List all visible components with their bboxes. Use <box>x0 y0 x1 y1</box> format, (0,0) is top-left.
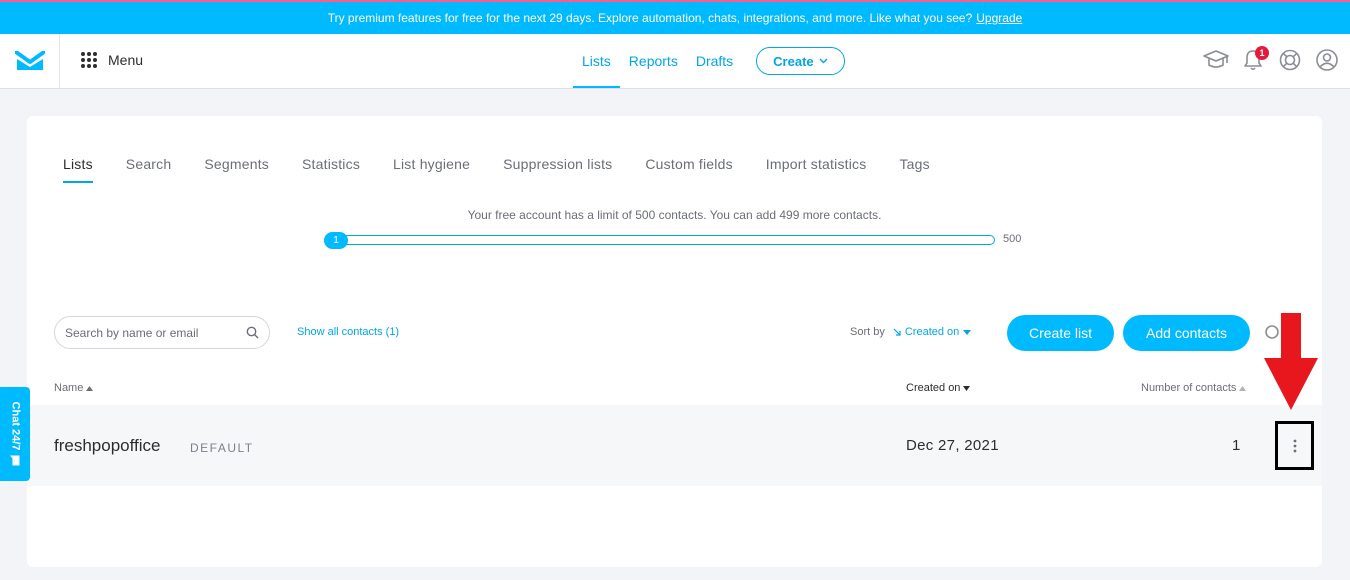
nav-drafts[interactable]: Drafts <box>687 34 742 88</box>
lists-tabs: Lists Search Segments Statistics List hy… <box>63 156 963 183</box>
column-number-of-contacts[interactable]: Number of contacts <box>1141 382 1247 394</box>
kebab-menu-icon <box>1293 439 1296 452</box>
column-count-label: Number of contacts <box>1141 382 1237 394</box>
main-nav: Lists Reports Drafts Create <box>573 34 845 88</box>
search-box[interactable] <box>54 316 270 349</box>
sort-value: Created on <box>904 326 960 338</box>
upgrade-link[interactable]: Upgrade <box>976 11 1022 25</box>
bell-icon[interactable]: 1 <box>1239 46 1269 74</box>
create-list-button[interactable]: Create list <box>1007 315 1114 351</box>
create-label: Create <box>773 53 814 69</box>
sort-down-icon <box>963 385 971 391</box>
tab-search[interactable]: Search <box>126 156 172 183</box>
sort-up-icon <box>86 385 94 391</box>
add-contacts-button[interactable]: Add contacts <box>1123 315 1250 351</box>
contact-limit-bar: 1 <box>324 232 995 249</box>
tab-tags[interactable]: Tags <box>899 156 929 183</box>
limit-current: 1 <box>324 232 348 249</box>
tab-segments[interactable]: Segments <box>204 156 269 183</box>
promo-banner: Try premium features for free for the ne… <box>0 0 1350 34</box>
tab-lists[interactable]: Lists <box>63 156 93 183</box>
search-icon[interactable] <box>246 326 259 339</box>
contact-limit-text: Your free account has a limit of 500 con… <box>467 208 882 222</box>
chat-tab[interactable]: Chat 24/7 <box>0 387 30 481</box>
column-name[interactable]: Name <box>54 382 94 394</box>
nav-reports[interactable]: Reports <box>620 34 687 88</box>
limit-max: 500 <box>1003 233 1022 245</box>
tab-custom-fields[interactable]: Custom fields <box>645 156 732 183</box>
column-created-on-label: Created on <box>906 382 961 394</box>
notification-badge: 1 <box>1255 46 1269 60</box>
grid-icon <box>81 52 97 68</box>
default-tag: DEFAULT <box>190 441 254 455</box>
sort-control: Sort by Created on <box>850 326 972 338</box>
chat-bubble-icon <box>10 455 20 466</box>
limit-track <box>324 235 995 245</box>
sort-dropdown[interactable]: Created on <box>893 326 972 338</box>
show-all-contacts-link[interactable]: Show all contacts (1) <box>297 326 399 338</box>
caret-down-icon <box>963 329 972 335</box>
user-icon[interactable] <box>1313 46 1341 74</box>
list-created-on: Dec 27, 2021 <box>906 437 999 454</box>
menu-button[interactable]: Menu <box>80 51 143 69</box>
row-actions-menu[interactable] <box>1275 421 1314 470</box>
tab-suppression-lists[interactable]: Suppression lists <box>503 156 612 183</box>
header-icons: 1 <box>1202 46 1341 74</box>
search-input[interactable] <box>65 325 235 340</box>
red-arrow-annotation <box>1264 313 1318 410</box>
top-bar: Menu Lists Reports Drafts Create 1 <box>0 34 1350 89</box>
sort-arrow-icon <box>893 328 901 336</box>
column-created-on[interactable]: Created on <box>906 382 971 394</box>
sort-up-icon <box>1239 385 1247 391</box>
tab-import-statistics[interactable]: Import statistics <box>766 156 867 183</box>
create-button[interactable]: Create <box>756 47 845 75</box>
tab-statistics[interactable]: Statistics <box>302 156 360 183</box>
lifebuoy-icon[interactable] <box>1276 46 1304 74</box>
tab-list-hygiene[interactable]: List hygiene <box>393 156 470 183</box>
list-contact-count: 1 <box>1232 437 1241 454</box>
chat-label: Chat 24/7 <box>9 401 22 451</box>
column-name-label: Name <box>54 382 84 394</box>
list-name[interactable]: freshpopoffice <box>54 436 160 456</box>
nav-lists[interactable]: Lists <box>573 34 620 88</box>
envelope-icon[interactable] <box>0 34 60 88</box>
lists-card: Lists Search Segments Statistics List hy… <box>27 116 1322 567</box>
graduation-cap-icon[interactable] <box>1202 46 1230 74</box>
sort-label: Sort by <box>850 326 885 338</box>
table-row[interactable]: freshpopoffice DEFAULT Dec 27, 2021 1 <box>27 405 1322 486</box>
menu-label: Menu <box>108 52 144 68</box>
chevron-down-icon <box>819 58 828 64</box>
promo-text: Try premium features for free for the ne… <box>327 11 973 25</box>
